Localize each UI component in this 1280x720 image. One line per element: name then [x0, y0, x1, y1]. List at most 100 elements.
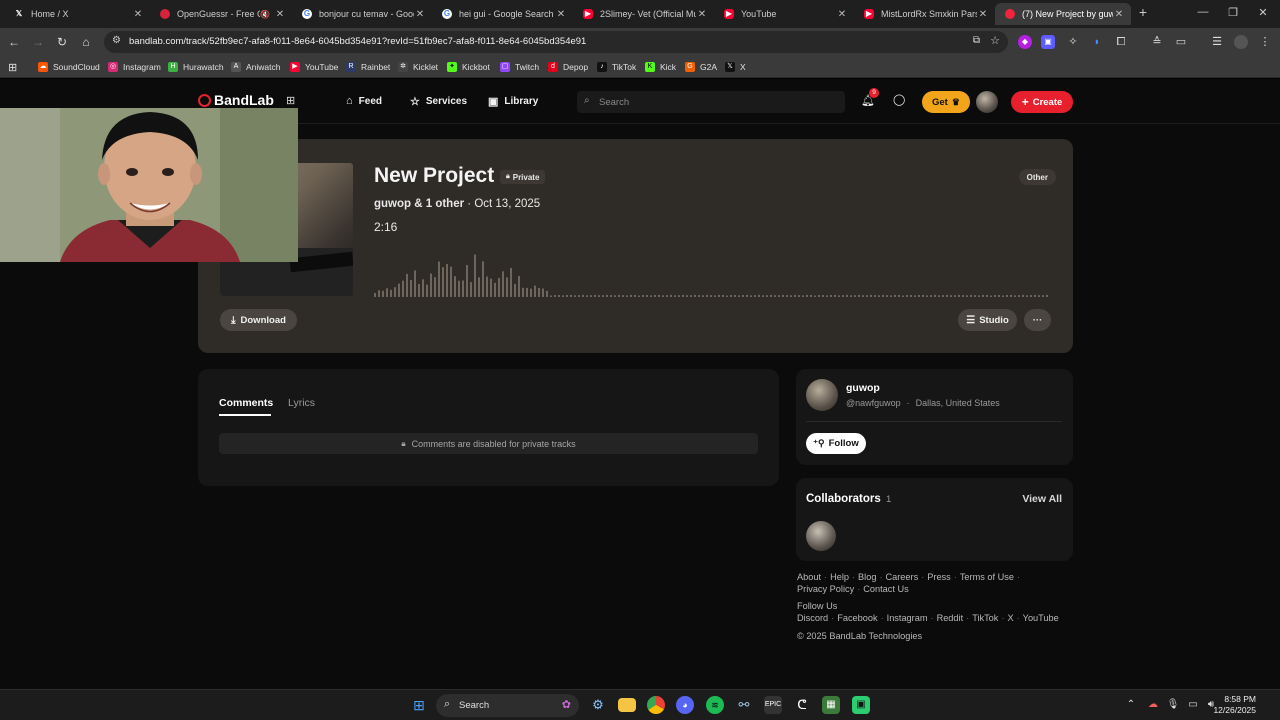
tab-comments[interactable]: Comments	[219, 397, 273, 409]
site-search-input[interactable]	[599, 94, 839, 110]
close-tab-icon[interactable]: ✕	[132, 9, 144, 20]
footer-link-contact[interactable]: Contact Us	[863, 584, 908, 594]
track-waveform[interactable]	[374, 235, 1050, 297]
footer-link-facebook[interactable]: Facebook	[837, 613, 877, 623]
profile-avatar-icon[interactable]	[1234, 35, 1248, 49]
more-options-button[interactable]: ···	[1024, 309, 1051, 331]
restore-icon[interactable]: ❐	[1224, 6, 1242, 19]
microphone-icon[interactable]: 🎙︎	[1164, 696, 1182, 714]
extensions-puzzle-icon[interactable]: ⧠	[1114, 35, 1128, 49]
muted-speaker-icon[interactable]: 🔇	[260, 10, 270, 19]
follow-button[interactable]: ⁺⚲ Follow	[806, 433, 866, 454]
bookmark-x[interactable]: 𝕏X	[725, 61, 746, 73]
nav-library[interactable]: ▣ Library	[488, 95, 538, 108]
site-info-icon[interactable]: ⚙	[112, 35, 121, 46]
create-button[interactable]: + Create	[1011, 91, 1073, 113]
bandlab-logo[interactable]: BandLab	[198, 92, 274, 108]
bookmark-depop[interactable]: d Depop	[548, 61, 588, 73]
epic-games-icon[interactable]: EPIC	[764, 696, 782, 714]
taskbar-search[interactable]: ⌕ Search ✿	[436, 694, 579, 717]
tab-youtube[interactable]: ▶ YouTube ✕	[714, 3, 854, 25]
footer-link-about[interactable]: About	[797, 572, 821, 582]
artist-name[interactable]: guwop	[846, 382, 880, 394]
genre-badge[interactable]: Other	[1018, 169, 1056, 185]
bookmark-rainbet[interactable]: R Rainbet	[346, 61, 390, 73]
tab-openguessr[interactable]: OpenGuessr - Free Ga 🔇 ✕	[150, 3, 292, 25]
discord-icon[interactable]: ◕	[676, 696, 694, 714]
footer-link-x[interactable]: X	[1007, 613, 1013, 623]
reload-icon[interactable]: ↻	[54, 34, 70, 50]
app-green-icon[interactable]: ▣	[852, 696, 870, 714]
bookmark-g2a[interactable]: G G2A	[685, 61, 717, 73]
new-tab-button[interactable]: +	[1134, 4, 1152, 20]
footer-link-privacy[interactable]: Privacy Policy	[797, 584, 854, 594]
footer-link-discord[interactable]: Discord	[797, 613, 828, 623]
minecraft-icon[interactable]: ▦	[822, 696, 840, 714]
minimize-icon[interactable]: —	[1194, 6, 1212, 18]
taskbar-clock[interactable]: 8:58 PM 12/26/2025	[1213, 694, 1256, 716]
close-tab-icon[interactable]: ✕	[1113, 9, 1125, 20]
bookmark-hurawatch[interactable]: H Hurawatch	[168, 61, 224, 73]
tab-lyrics[interactable]: Lyrics	[288, 397, 315, 409]
spotify-icon[interactable]: ≋	[706, 696, 724, 714]
extension-sparkle-icon[interactable]: ✧	[1066, 35, 1080, 49]
apps-grid-icon[interactable]: ⊞	[8, 61, 17, 74]
collaborator-avatar[interactable]	[806, 521, 836, 551]
footer-link-careers[interactable]: Careers	[886, 572, 919, 582]
nav-feed[interactable]: ⌂ Feed	[346, 95, 382, 107]
address-bar[interactable]: ⚙ bandlab.com/track/52fb9ec7-afa8-f011-8…	[104, 31, 1008, 53]
footer-link-help[interactable]: Help	[830, 572, 849, 582]
footer-link-instagram[interactable]: Instagram	[887, 613, 928, 623]
close-tab-icon[interactable]: ✕	[555, 9, 567, 20]
tab-hei-gui-search[interactable]: G hei gui - Google Search ✕	[432, 3, 573, 25]
network-icon[interactable]: ▭	[1184, 696, 1202, 714]
close-tab-icon[interactable]: ✕	[977, 9, 989, 20]
track-artists[interactable]: guwop & 1 other · Oct 13, 2025	[374, 198, 540, 210]
bookmark-aniwatch[interactable]: A Aniwatch	[231, 61, 281, 73]
footer-link-blog[interactable]: Blog	[858, 572, 876, 582]
nav-services[interactable]: ☆ Services	[410, 95, 467, 108]
bookmark-tiktok[interactable]: ♪ TikTok	[597, 61, 636, 73]
chrome-icon[interactable]	[647, 696, 665, 714]
get-membership-button[interactable]: Get ♛	[922, 91, 970, 113]
studio-button[interactable]: ☰ Studio	[958, 309, 1017, 331]
site-search-bar[interactable]: ⌕	[577, 91, 845, 113]
file-explorer-icon[interactable]	[618, 698, 636, 712]
tab-new-project-active[interactable]: (7) New Project by guwop ✕	[995, 3, 1131, 25]
messages-icon[interactable]: ◯	[893, 93, 905, 106]
tray-app-icon[interactable]: ☁	[1144, 696, 1162, 714]
extension-wave-icon[interactable]: ◗	[1090, 35, 1104, 49]
close-tab-icon[interactable]: ✕	[836, 9, 848, 20]
footer-link-reddit[interactable]: Reddit	[937, 613, 964, 623]
close-window-icon[interactable]: ✕	[1254, 6, 1272, 19]
media-control-icon[interactable]: ≙	[1150, 35, 1164, 49]
tab-home-x[interactable]: 𝕏 Home / X ✕	[4, 3, 150, 25]
bookmark-youtube[interactable]: ▶ YouTube	[290, 61, 338, 73]
forward-arrow-icon[interactable]: →	[30, 34, 46, 50]
tab-2slimey-vet[interactable]: ▶ 2Slimey- Vet (Official Mus ✕	[573, 3, 714, 25]
split-view-icon[interactable]: ▭	[1174, 35, 1188, 49]
home-icon[interactable]: ⌂	[78, 34, 94, 50]
app-c-icon[interactable]: ᕦ	[793, 696, 811, 714]
steam-icon[interactable]: ⚯	[735, 696, 753, 714]
bookmark-instagram[interactable]: ◎ Instagram	[108, 61, 161, 73]
bookmark-kick[interactable]: K Kick	[645, 61, 676, 73]
close-tab-icon[interactable]: ✕	[274, 9, 286, 20]
install-app-icon[interactable]: ⧉	[973, 35, 980, 46]
bookmark-twitch[interactable]: ▢ Twitch	[500, 61, 539, 73]
windows-start-icon[interactable]: ⊞	[410, 696, 428, 714]
footer-link-tiktok[interactable]: TikTok	[972, 613, 998, 623]
download-button[interactable]: ⤓ Download	[220, 309, 297, 331]
tab-bonjour-search[interactable]: G bonjour cu temav - Google ✕	[292, 3, 432, 25]
user-avatar[interactable]	[976, 91, 998, 113]
apps-grid-icon[interactable]: ⊞	[286, 94, 295, 107]
menu-kebab-icon[interactable]: ⋮	[1258, 35, 1272, 49]
extension-shield-icon[interactable]: ◆	[1018, 35, 1032, 49]
tab-mistlordrx[interactable]: ▶ MistLordRx Smxkin Parsa ✕	[854, 3, 995, 25]
bookmark-kickbot[interactable]: ✦ Kickbot	[447, 61, 490, 73]
artist-avatar[interactable]	[806, 379, 838, 411]
settings-gear-icon[interactable]: ⚙	[589, 696, 607, 714]
bookmark-star-icon[interactable]: ☆	[990, 34, 1000, 47]
back-arrow-icon[interactable]: ←	[6, 34, 22, 50]
bookmark-kicklet[interactable]: ✲ Kicklet	[398, 61, 438, 73]
